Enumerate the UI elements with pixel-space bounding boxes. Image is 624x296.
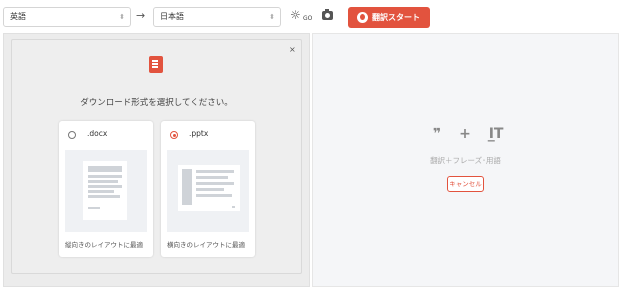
close-icon[interactable]: ×: [289, 45, 296, 54]
document-icon: [149, 56, 163, 73]
cancel-button[interactable]: キャンセル: [447, 176, 484, 192]
camera-icon[interactable]: [322, 9, 333, 20]
target-language-select[interactable]: 日本語 ⬍: [153, 7, 281, 27]
select-caret-icon: ⬍: [269, 13, 275, 21]
settings-sun-icon[interactable]: ☼: [290, 8, 301, 22]
source-language-value: 英語: [10, 12, 26, 21]
format-option-docx[interactable]: .docx 縦向きのレイアウトに最適: [59, 121, 153, 257]
format-description: 縦向きのレイアウトに最適: [65, 241, 143, 249]
select-caret-icon: ⬍: [119, 13, 125, 21]
globe-icon: [357, 12, 368, 23]
landscape-preview: [167, 150, 249, 232]
format-label: .pptx: [189, 129, 209, 138]
target-language-value: 日本語: [160, 12, 184, 21]
translate-start-label: 翻訳スタート: [372, 13, 420, 22]
right-panel-caption: 翻訳＋フレーズ･用語: [430, 156, 501, 165]
arrow-right-icon: →: [136, 9, 146, 22]
text-format-icon: I̲T: [488, 126, 504, 142]
toolbar: 英語 ⬍ → 日本語 ⬍ ☼ GO 翻訳スタート: [0, 0, 624, 34]
portrait-page-thumbnail: [83, 161, 127, 220]
radio-docx[interactable]: [68, 131, 76, 139]
format-option-pptx[interactable]: .pptx 横向きのレイアウトに最適: [161, 121, 255, 257]
plus-icon: +: [459, 126, 471, 142]
quote-icon: ❞: [433, 126, 442, 142]
landscape-page-thumbnail: [178, 165, 240, 211]
translate-start-button[interactable]: 翻訳スタート: [348, 7, 430, 28]
format-label: .docx: [87, 129, 108, 138]
go-label: GO: [303, 15, 313, 22]
format-description: 横向きのレイアウトに最適: [167, 241, 245, 249]
download-dialog: [11, 39, 302, 274]
dialog-heading: ダウンロード形式を選択してください。: [80, 98, 233, 108]
right-panel-icons: ❞ + I̲T: [433, 126, 516, 142]
radio-pptx[interactable]: [170, 131, 178, 139]
portrait-preview: [65, 150, 147, 232]
source-language-select[interactable]: 英語 ⬍: [3, 7, 131, 27]
